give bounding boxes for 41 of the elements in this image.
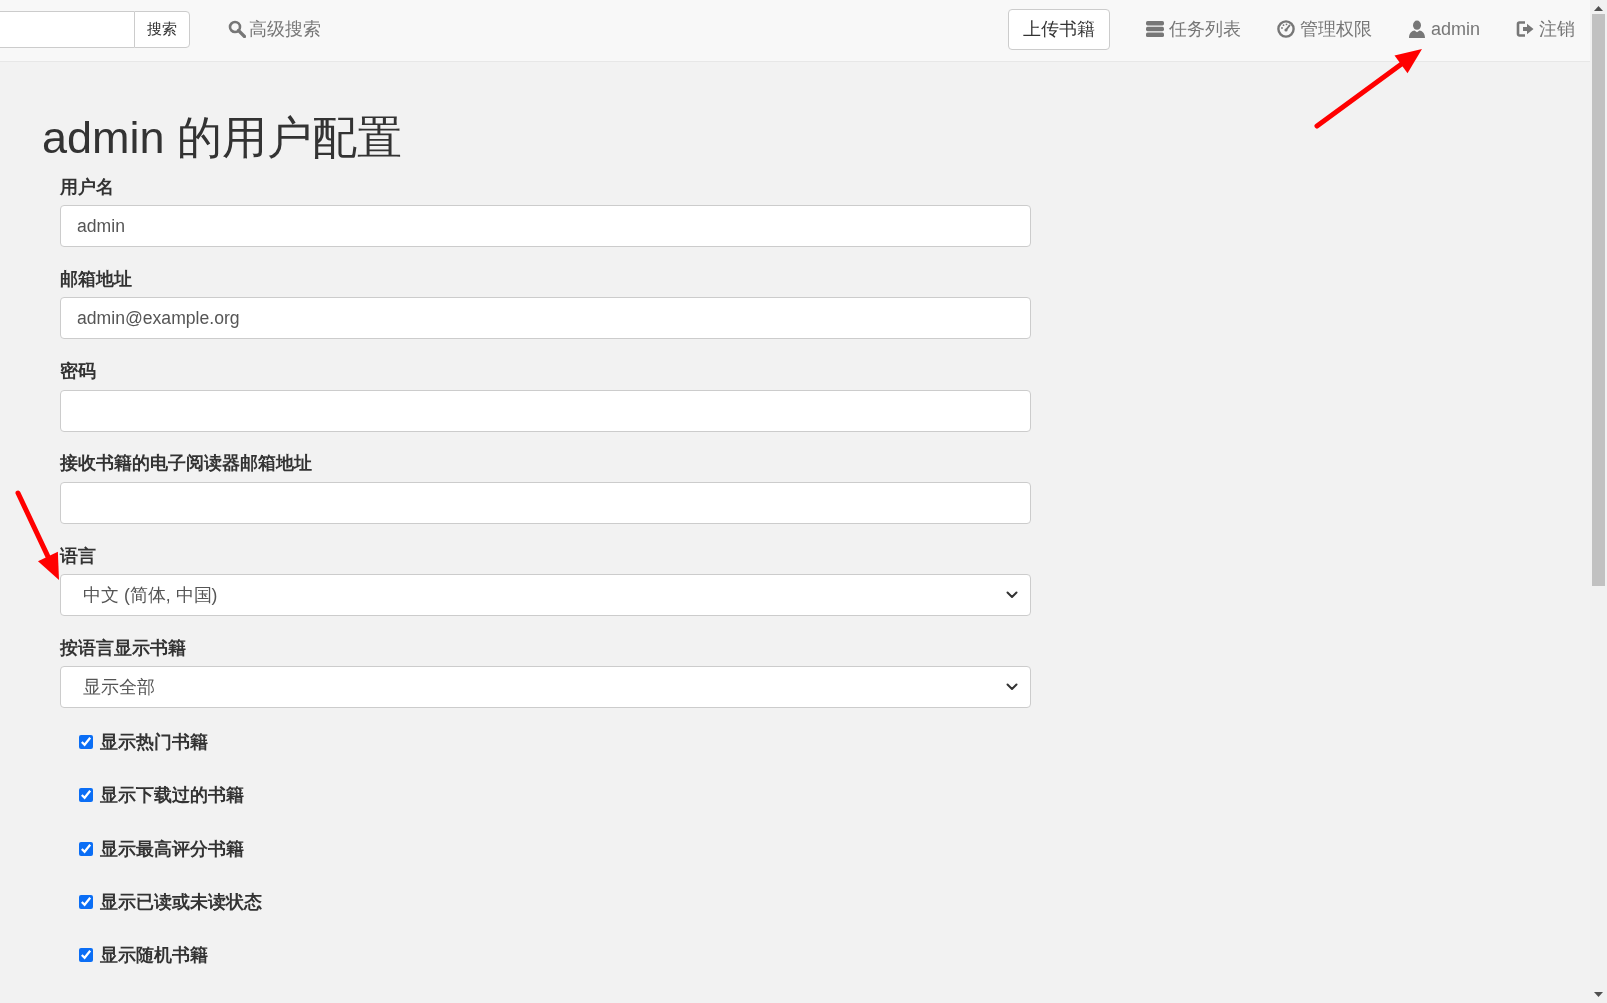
checkbox-label: 显示最高评分书籍: [100, 837, 244, 861]
field-label: 用户名: [60, 175, 114, 199]
chevron-down-icon: [1006, 683, 1018, 692]
select-field[interactable]: 显示全部: [60, 666, 1031, 709]
checkbox-label: 显示已读或未读状态: [100, 890, 262, 914]
search-icon: [228, 20, 246, 38]
checkbox[interactable]: [79, 788, 93, 803]
password-field[interactable]: [60, 389, 1031, 432]
field-label: 接收书籍的电子阅读器邮箱地址: [60, 452, 312, 476]
advanced-search-link[interactable]: 高级搜索: [228, 17, 321, 41]
nav-link[interactable]: admin: [1407, 18, 1480, 40]
checkbox[interactable]: [79, 734, 93, 749]
field-label: 邮箱地址: [60, 267, 132, 291]
text-field[interactable]: [60, 481, 1031, 524]
field-label: 密码: [60, 360, 96, 384]
scroll-up-icon[interactable]: [1594, 6, 1603, 11]
stacked-bars-icon: [1145, 20, 1164, 38]
scroll-down-icon[interactable]: [1594, 992, 1603, 997]
select-field[interactable]: 中文 (简体, 中国): [60, 574, 1031, 617]
checkbox-label: 显示下载过的书籍: [100, 784, 244, 808]
scrollbar-thumb[interactable]: [1592, 14, 1605, 586]
text-field[interactable]: admin: [60, 205, 1031, 247]
upload-button[interactable]: 上传书籍: [1007, 8, 1110, 50]
logout-icon: [1516, 20, 1534, 38]
gauge-icon: [1276, 20, 1295, 38]
checkbox-label: 显示随机书籍: [100, 944, 208, 968]
chevron-down-icon: [1006, 591, 1018, 600]
field-label: 语言: [60, 544, 96, 568]
checkbox[interactable]: [79, 841, 93, 856]
nav-link[interactable]: 任务列表: [1145, 17, 1241, 41]
search-field[interactable]: [0, 10, 134, 48]
page-title: admin 的用户配置: [42, 113, 403, 163]
text-field[interactable]: admin@example.org: [60, 297, 1031, 340]
checkbox[interactable]: [79, 948, 93, 963]
user-icon: [1407, 20, 1426, 38]
search-button[interactable]: 搜索: [134, 10, 190, 48]
checkbox-label: 显示热门书籍: [100, 730, 208, 754]
checkbox[interactable]: [79, 894, 93, 909]
field-label: 按语言显示书籍: [60, 637, 186, 660]
nav-link[interactable]: 管理权限: [1276, 17, 1372, 41]
nav-link[interactable]: 注销: [1516, 17, 1575, 41]
